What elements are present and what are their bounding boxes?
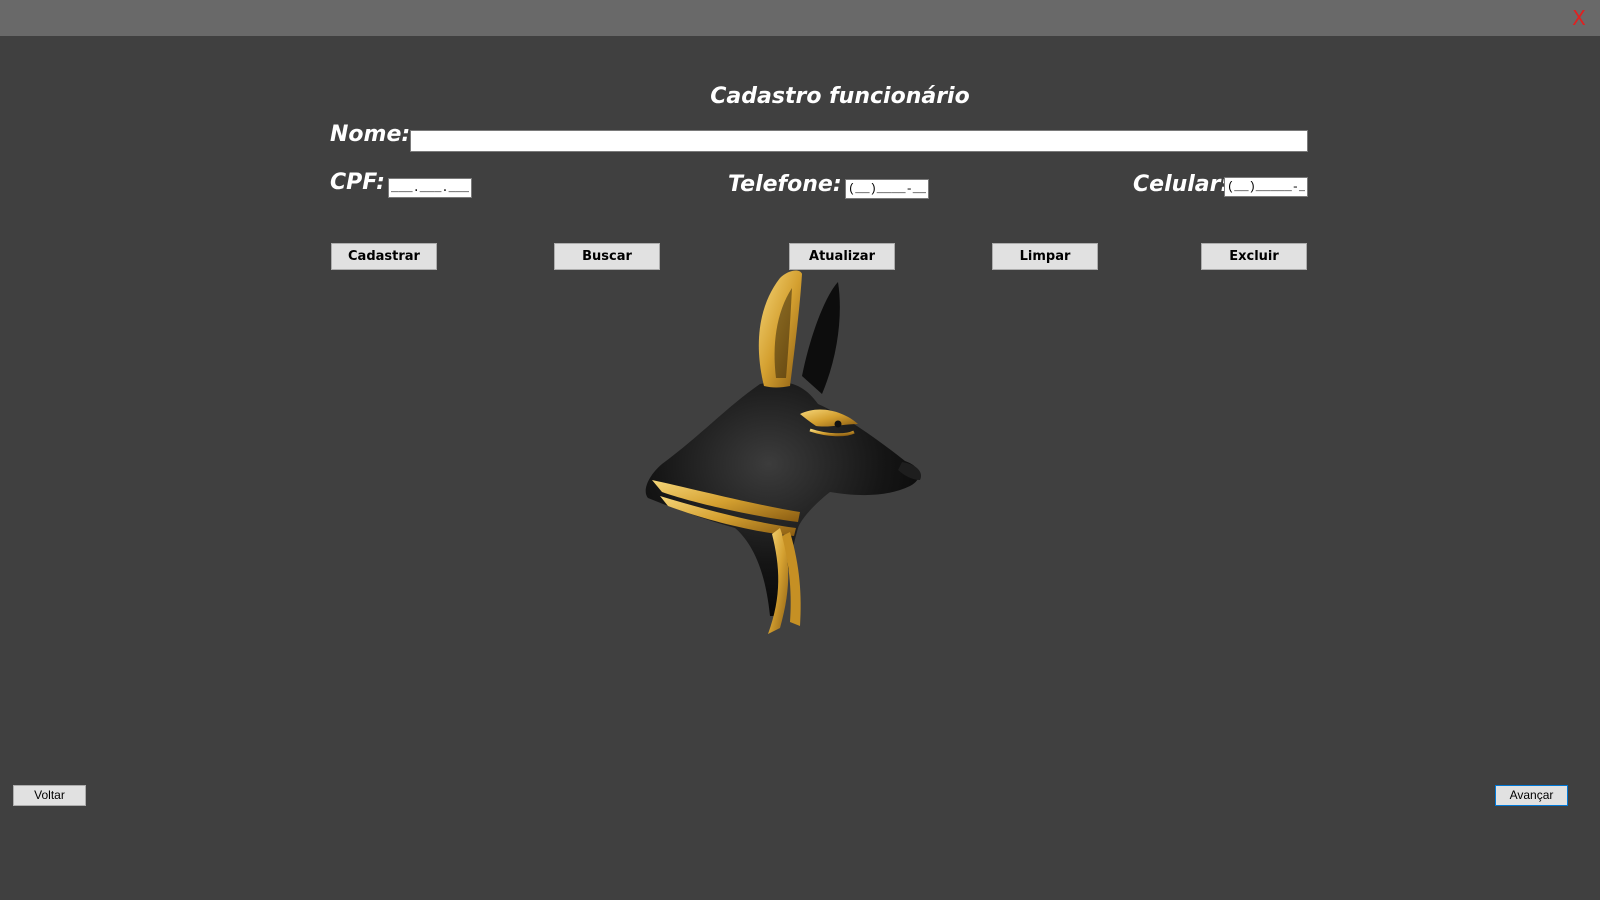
cpf-input[interactable] (388, 178, 472, 198)
voltar-button[interactable]: Voltar (13, 785, 86, 806)
cadastrar-button[interactable]: Cadastrar (331, 243, 437, 270)
title-bar: X (0, 0, 1600, 36)
telefone-input[interactable] (845, 179, 929, 199)
nome-label: Nome: (330, 122, 411, 147)
page-title: Cadastro funcionário (710, 84, 970, 109)
avancar-button[interactable]: Avançar (1495, 785, 1568, 806)
cpf-label: CPF: (330, 170, 385, 195)
celular-input[interactable] (1224, 177, 1308, 197)
nome-input[interactable] (410, 130, 1308, 152)
limpar-button[interactable]: Limpar (992, 243, 1098, 270)
close-icon[interactable]: X (1568, 6, 1590, 30)
telefone-label: Telefone: (728, 172, 842, 197)
celular-label: Celular: (1133, 172, 1230, 197)
excluir-button[interactable]: Excluir (1201, 243, 1307, 270)
anubis-head-logo (645, 270, 922, 634)
